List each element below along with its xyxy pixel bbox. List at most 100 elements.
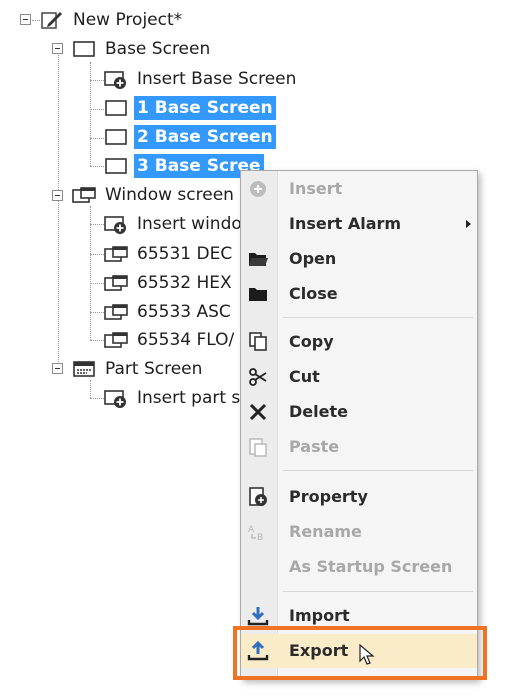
menu-item-copy[interactable]: Copy [241,325,477,359]
insert-screen-icon [104,216,126,234]
tree-line [90,398,104,399]
window-screen-icon [104,304,128,320]
tree-node-label: Insert Base Screen [137,69,297,89]
menu-item-import[interactable]: Import [241,599,477,633]
menu-item-paste[interactable]: Paste [241,430,477,464]
menu-item-property[interactable]: Property [241,480,477,514]
tree-node-label: 65533 ASC [137,302,231,322]
screen-icon [73,41,95,57]
tree-node-label: 1 Base Screen [134,96,276,120]
tree-node-part-screen[interactable]: Part Screen [72,356,205,382]
project-edit-icon [41,12,62,29]
window-screen-icon [104,275,128,291]
tree-node-window-65532[interactable]: 65532 HEX [104,270,235,296]
tree-node-label: 2 Base Screen [134,125,276,149]
tree-line [90,80,104,81]
tree-line [90,312,104,313]
screen-icon [105,129,127,145]
copy-icon [249,332,267,351]
part-screen-icon [73,361,95,377]
tree-node-insert-base-screen[interactable]: Insert Base Screen [104,66,299,92]
menu-item-delete[interactable]: Delete [241,395,477,429]
plus-circle-icon [250,181,266,197]
tree-node-label: New Project* [73,10,183,30]
menu-item-open[interactable]: Open [241,242,477,276]
tree-node-base-screen[interactable]: Base Screen [72,36,213,62]
tree-node-insert-window[interactable]: Insert windo [104,211,245,237]
window-screen-icon [104,246,128,262]
tree-node-window-65534[interactable]: 65534 FLO/ [104,327,237,353]
tree-line [90,340,104,341]
collapse-toggle-root[interactable] [20,14,31,25]
folder-closed-icon [249,288,267,301]
scissors-icon [249,368,267,386]
tree-node-base-screen-1[interactable]: 1 Base Screen [104,95,276,121]
menu-separator [283,470,473,471]
menu-separator [283,591,473,592]
tree-node-window-screen[interactable]: Window screen [72,182,237,208]
tree-line [90,62,91,166]
menu-item-label: Import [289,606,350,625]
insert-screen-icon [104,390,126,408]
menu-item-label: Delete [289,402,348,421]
mouse-cursor-icon [359,644,375,665]
menu-item-label: Insert Alarm [289,214,402,233]
tree-node-window-65533[interactable]: 65533 ASC [104,299,234,325]
menu-item-label: Open [289,249,337,268]
menu-item-label: Copy [289,332,334,351]
tree-node-project[interactable]: New Project* [40,7,185,33]
tree-line [90,138,104,139]
tree-line [90,380,91,398]
menu-item-label: Export [289,641,349,660]
tree-node-label: Base Screen [105,39,211,59]
delete-x-icon [249,403,267,421]
insert-screen-icon [104,71,126,89]
menu-separator [283,317,473,318]
collapse-toggle-part-screen[interactable] [52,363,63,374]
tree-line [90,206,91,340]
collapse-toggle-base-screen[interactable] [52,43,63,54]
paste-icon [249,438,267,457]
tree-line [90,254,104,255]
menu-item-rename[interactable]: A B Rename [241,515,477,549]
screen-icon [105,158,127,174]
tree-line [90,283,104,284]
tree-node-base-screen-2[interactable]: 2 Base Screen [104,124,276,150]
menu-item-label: Close [289,284,338,303]
menu-item-label: Property [289,487,368,506]
export-icon [247,641,269,661]
menu-item-label: Rename [289,522,362,541]
menu-item-label: Paste [289,437,340,456]
menu-item-cut[interactable]: Cut [241,360,477,394]
collapse-toggle-window-screen[interactable] [52,190,63,201]
tree-line [90,224,104,225]
svg-text:B: B [257,533,263,542]
menu-item-insert-alarm[interactable]: Insert Alarm [241,207,477,241]
menu-item-close[interactable]: Close [241,277,477,311]
tree-node-label: Insert windo [137,214,242,234]
menu-item-insert[interactable]: Insert [241,172,477,206]
svg-text:A: A [248,525,255,535]
window-screen-icon [72,187,96,203]
menu-item-as-startup-screen[interactable]: As Startup Screen [241,550,477,584]
tree-node-label: 65531 DEC [137,244,233,264]
folder-open-icon [249,253,268,266]
submenu-arrow-icon [466,220,471,228]
tree-line [90,166,104,167]
menu-item-label: Cut [289,367,320,386]
tree-node-insert-part[interactable]: Insert part s [104,385,243,411]
menu-item-label: As Startup Screen [289,557,453,576]
tree-node-label: Insert part s [137,388,241,408]
tree-node-label: Part Screen [105,359,203,379]
tree-node-label: 65532 HEX [137,273,232,293]
screen-icon [105,100,127,116]
window-screen-icon [104,332,128,348]
tree-node-label: Window screen [105,185,234,205]
tree-line [58,52,59,372]
import-icon [247,607,269,626]
rename-icon: A B [248,525,263,542]
tree-node-label: 65534 FLO/ [137,330,235,350]
menu-item-export[interactable]: Export [241,634,477,668]
tree-node-window-65531[interactable]: 65531 DEC [104,241,235,267]
tree-line [90,109,104,110]
